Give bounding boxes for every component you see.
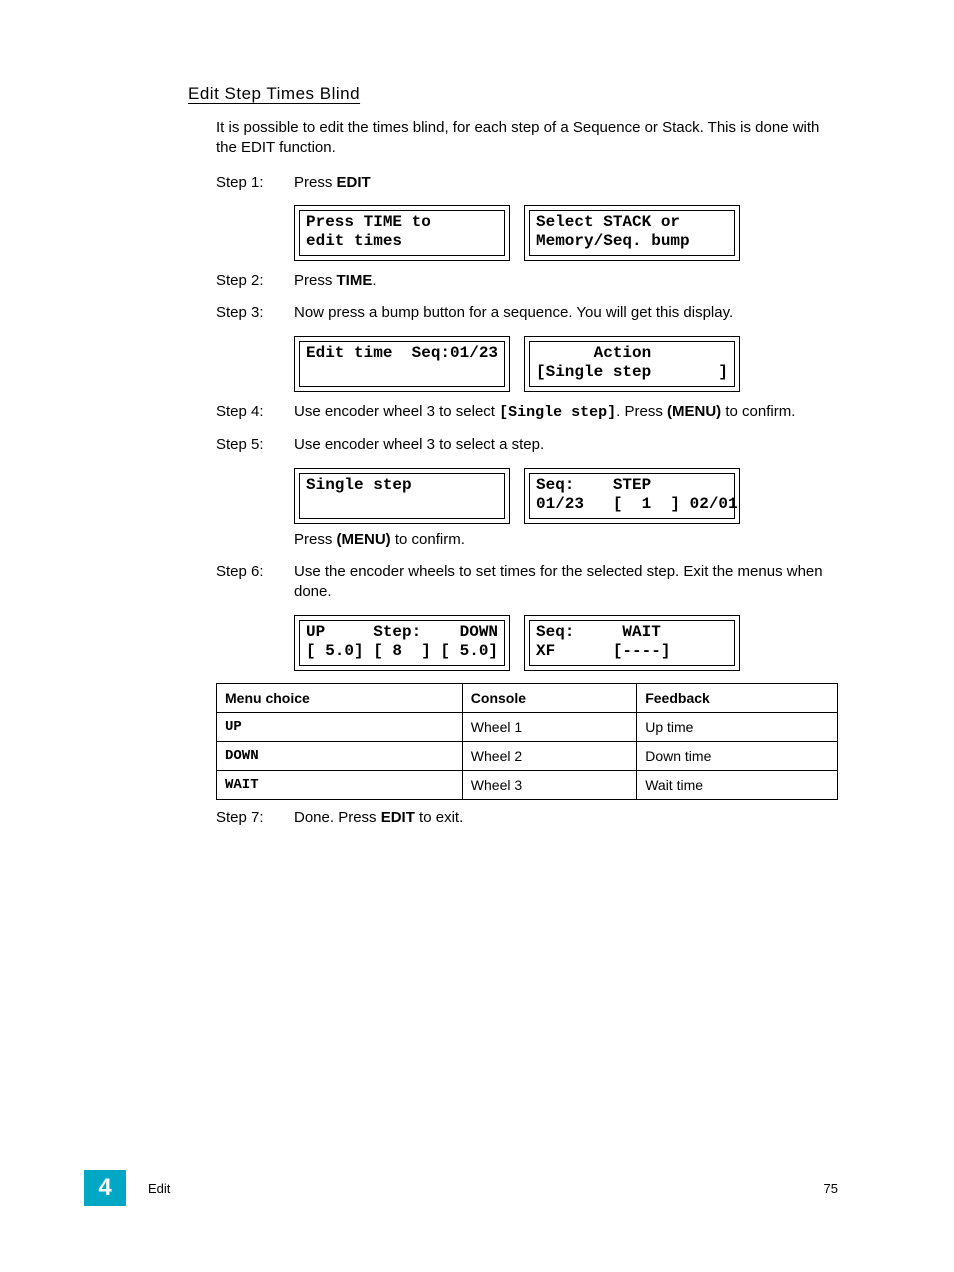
text: Use the encoder wheels to set times for … <box>294 562 838 603</box>
lcd-text: Select STACK or Memory/Seq. bump <box>529 210 735 256</box>
lcd-text: Seq: WAIT XF [----] <box>529 620 735 666</box>
col-console: Console <box>462 684 636 713</box>
lcd-right: Seq: STEP 01/23 [ 1 ] 02/01 <box>524 468 740 524</box>
step-7: Step 7: Done. Press EDIT to exit. <box>216 808 838 834</box>
lcd-text: UP Step: DOWN [ 5.0] [ 8 ] [ 5.0] <box>299 620 505 666</box>
step-2: Step 2: Press TIME. <box>216 271 838 297</box>
step-label: Step 2: <box>216 271 294 297</box>
table-row: UP Wheel 1 Up time <box>217 713 838 742</box>
lcd-text: Seq: STEP 01/23 [ 1 ] 02/01 <box>529 473 735 519</box>
step-6: Step 6: Use the encoder wheels to set ti… <box>216 562 838 609</box>
lcd-text: Press TIME to edit times <box>299 210 505 256</box>
step-body: Press (MENU) to confirm. <box>294 530 838 556</box>
step-label: Step 3: <box>216 303 294 329</box>
step-label: Step 4: <box>216 402 294 429</box>
key-name: TIME <box>337 272 373 289</box>
step-5: Step 5: Use encoder wheel 3 to select a … <box>216 435 838 461</box>
lcd-text: Action [Single step ] <box>529 341 735 387</box>
section-title: Edit Step Times Blind <box>188 84 838 104</box>
table-row: WAIT Wheel 3 Wait time <box>217 771 838 800</box>
cell-console: Wheel 2 <box>462 742 636 771</box>
table-row: DOWN Wheel 2 Down time <box>217 742 838 771</box>
key-name: EDIT <box>337 174 371 191</box>
cell-menu: WAIT <box>217 771 463 800</box>
step-4: Step 4: Use encoder wheel 3 to select [S… <box>216 402 838 429</box>
step-body: Press TIME. <box>294 271 838 297</box>
text: Use encoder wheel 3 to select <box>294 403 499 420</box>
lcd-left: Press TIME to edit times <box>294 205 510 261</box>
text: to exit. <box>415 809 463 826</box>
step-body: Press EDIT <box>294 173 838 199</box>
text: . Press <box>616 403 667 420</box>
text: Press <box>294 272 337 289</box>
lcd-pair-3: Single step Seq: STEP 01/23 [ 1 ] 02/01 <box>294 468 838 524</box>
lcd-pair-2: Edit time Seq:01/23 Action [Single step … <box>294 336 838 392</box>
intro-paragraph: It is possible to edit the times blind, … <box>216 118 838 159</box>
step-label: Step 7: <box>216 808 294 834</box>
cell-menu: DOWN <box>217 742 463 771</box>
lcd-left: Edit time Seq:01/23 <box>294 336 510 392</box>
lcd-right: Action [Single step ] <box>524 336 740 392</box>
lcd-text: Edit time Seq:01/23 <box>299 341 505 387</box>
page-footer: 4 Edit 75 <box>84 1170 838 1206</box>
cell-feedback: Up time <box>637 713 838 742</box>
reference-table: Menu choice Console Feedback UP Wheel 1 … <box>216 683 838 800</box>
page-number: 75 <box>824 1181 838 1196</box>
lcd-text: Single step <box>299 473 505 519</box>
text: to confirm. <box>391 531 465 548</box>
key-name: EDIT <box>381 809 415 826</box>
step-3: Step 3: Now press a bump button for a se… <box>216 303 838 329</box>
cell-console: Wheel 1 <box>462 713 636 742</box>
code-text: [Single step] <box>499 404 616 421</box>
step-5-confirm: Press (MENU) to confirm. <box>216 530 838 556</box>
table-header-row: Menu choice Console Feedback <box>217 684 838 713</box>
key-name: (MENU) <box>667 403 721 420</box>
lcd-right: Seq: WAIT XF [----] <box>524 615 740 671</box>
step-body: Now press a bump button for a sequence. … <box>294 303 838 329</box>
text: Now press a bump button for a sequence. … <box>294 303 838 323</box>
lcd-left: UP Step: DOWN [ 5.0] [ 8 ] [ 5.0] <box>294 615 510 671</box>
cell-feedback: Down time <box>637 742 838 771</box>
step-label-empty <box>216 530 294 556</box>
step-body: Use the encoder wheels to set times for … <box>294 562 838 609</box>
chapter-name: Edit <box>148 1181 170 1196</box>
text: Use encoder wheel 3 to select a step. <box>294 435 838 455</box>
text: Press <box>294 174 337 191</box>
cell-menu: UP <box>217 713 463 742</box>
page: Edit Step Times Blind It is possible to … <box>0 0 954 1272</box>
text: to confirm. <box>721 403 795 420</box>
lcd-pair-4: UP Step: DOWN [ 5.0] [ 8 ] [ 5.0] Seq: W… <box>294 615 838 671</box>
chapter-number-badge: 4 <box>84 1170 126 1206</box>
step-label: Step 5: <box>216 435 294 461</box>
step-label: Step 1: <box>216 173 294 199</box>
text: Done. Press <box>294 809 381 826</box>
col-menu-choice: Menu choice <box>217 684 463 713</box>
step-body: Use encoder wheel 3 to select [Single st… <box>294 402 838 429</box>
key-name: (MENU) <box>337 531 391 548</box>
col-feedback: Feedback <box>637 684 838 713</box>
step-1: Step 1: Press EDIT <box>216 173 838 199</box>
step-label: Step 6: <box>216 562 294 609</box>
step-body: Use encoder wheel 3 to select a step. <box>294 435 838 461</box>
cell-feedback: Wait time <box>637 771 838 800</box>
text: . <box>372 272 376 289</box>
lcd-pair-1: Press TIME to edit times Select STACK or… <box>294 205 838 261</box>
lcd-left: Single step <box>294 468 510 524</box>
cell-console: Wheel 3 <box>462 771 636 800</box>
text: Press <box>294 531 337 548</box>
step-body: Done. Press EDIT to exit. <box>294 808 838 834</box>
lcd-right: Select STACK or Memory/Seq. bump <box>524 205 740 261</box>
